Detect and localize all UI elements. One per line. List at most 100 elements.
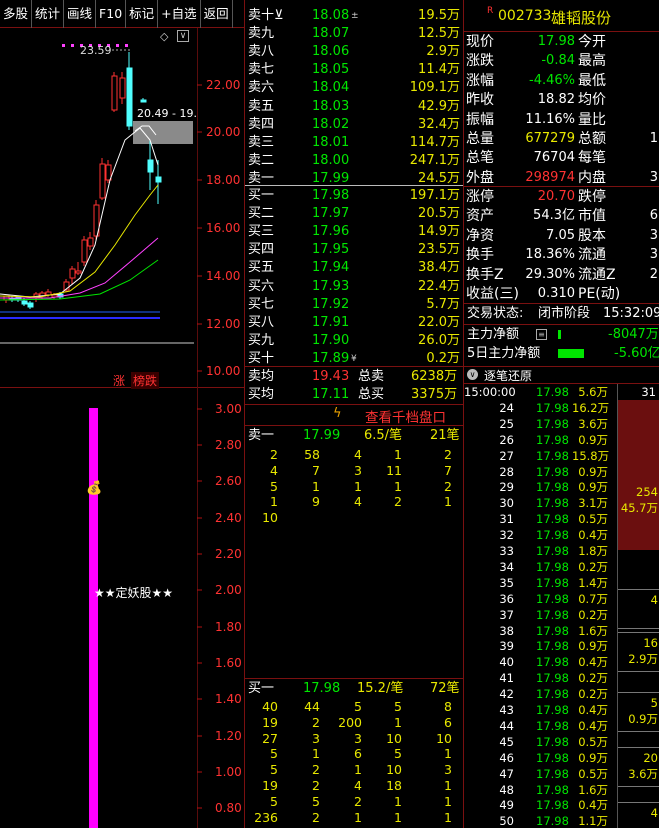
trade-volume: 1.6万 bbox=[578, 782, 608, 797]
bids-price[interactable]: 17.92 bbox=[312, 296, 349, 314]
avg-ask-price: 19.43 bbox=[312, 369, 350, 384]
bids-price[interactable]: 17.90 bbox=[312, 332, 349, 350]
toolbar-btn-0[interactable]: 多股 bbox=[0, 0, 33, 28]
quote-value: -0.84 bbox=[541, 53, 575, 69]
asks-label: 卖八 bbox=[248, 44, 275, 60]
rise-tab[interactable]: 涨 bbox=[113, 372, 125, 389]
asks-price[interactable]: 18.08 bbox=[312, 7, 349, 25]
candle-body bbox=[119, 77, 126, 99]
stock-name: 雄韬股份 bbox=[551, 9, 612, 27]
asks-label: 卖三 bbox=[248, 134, 275, 150]
trade-extra bbox=[616, 464, 656, 480]
queue_sell-cell: 9 bbox=[312, 494, 320, 510]
asks-volume: 19.5万 bbox=[418, 8, 460, 23]
thousand-level-link[interactable]: 查看千档盘口 bbox=[365, 406, 446, 426]
trade-extra bbox=[616, 527, 656, 543]
asks-price[interactable]: 18.07 bbox=[312, 25, 349, 43]
bids-price[interactable]: 17.97 bbox=[312, 205, 349, 223]
candle-body bbox=[69, 268, 76, 279]
trade-time: 35 bbox=[499, 575, 514, 590]
quote-value: 298974 bbox=[525, 169, 575, 185]
queue_sell-cell: 4 bbox=[270, 462, 278, 478]
signal-dot bbox=[125, 44, 128, 47]
asks-volume: 11.4万 bbox=[418, 62, 460, 78]
dropdown-icon[interactable]: ∨ bbox=[177, 30, 189, 42]
asks-price[interactable]: 18.02 bbox=[312, 116, 349, 134]
queue_sell-cell: 3 bbox=[354, 462, 362, 478]
asks-price[interactable]: 18.03 bbox=[312, 98, 349, 116]
toolbar-btn-1[interactable]: 统计 bbox=[32, 0, 65, 28]
trade-extra bbox=[616, 543, 656, 559]
indicator-chart[interactable]: 3.002.802.602.402.202.001.801.601.401.20… bbox=[0, 388, 244, 828]
candle-body bbox=[21, 300, 28, 305]
queue-sell-count: 21笔 bbox=[430, 428, 460, 443]
trade-price: 17.98 bbox=[536, 734, 569, 749]
bids-volume: 23.5万 bbox=[418, 242, 460, 258]
toolbar-btn-5[interactable]: +自选 bbox=[158, 0, 201, 28]
trade-price: 17.98 bbox=[536, 703, 569, 717]
quote-label: 涨幅 bbox=[466, 72, 494, 89]
bids-volume: 5.7万 bbox=[426, 296, 460, 312]
bids-price[interactable]: 17.94 bbox=[312, 259, 349, 277]
trade-price: 17.98 bbox=[536, 448, 569, 463]
avg-bid-label: 买均 bbox=[248, 387, 275, 402]
trade-price: 17.98 bbox=[536, 687, 569, 702]
toolbar-btn-2[interactable]: 画线 bbox=[64, 0, 97, 28]
annotation-label: ★★定妖股★★ bbox=[94, 586, 174, 600]
candle-body bbox=[99, 163, 106, 199]
trade-price: 17.98 bbox=[536, 432, 569, 447]
asks-label: 卖五 bbox=[248, 98, 275, 114]
queue_sell-cell bbox=[412, 510, 452, 526]
diamond-icon[interactable]: ◇ bbox=[160, 30, 168, 43]
bids-label: 买三 bbox=[248, 224, 275, 240]
top-ytick: 20.00 bbox=[206, 125, 240, 139]
asks-price[interactable]: 18.06 bbox=[312, 43, 349, 61]
asks-label: 卖九 bbox=[248, 26, 275, 42]
asks-price[interactable]: 18.04 bbox=[312, 79, 349, 97]
rank-tab[interactable]: 榜跌 bbox=[131, 372, 160, 389]
quote2-label2: PE(动) bbox=[578, 286, 621, 302]
queue_sell-cell: 1 bbox=[394, 447, 402, 462]
bids-price[interactable]: 17.98 bbox=[312, 187, 349, 205]
trade-volume: 0.2万 bbox=[578, 687, 608, 702]
candle-body bbox=[87, 237, 94, 247]
toolbar-btn-4[interactable]: 标记 bbox=[126, 0, 159, 28]
bids-price[interactable]: 17.96 bbox=[312, 223, 349, 241]
trade-price: 17.98 bbox=[536, 385, 569, 399]
trade-time: 43 bbox=[499, 703, 514, 717]
trades-title[interactable]: 逐笔还原 bbox=[484, 367, 532, 384]
quote-label: 总量 bbox=[466, 131, 494, 147]
queue_sell-cell bbox=[322, 510, 362, 526]
toolbar-btn-3[interactable]: F10 bbox=[96, 0, 127, 28]
bids-price[interactable]: 17.93 bbox=[312, 278, 349, 296]
bids-price[interactable]: 17.95 bbox=[312, 241, 349, 259]
list-icon[interactable]: ≡ bbox=[536, 329, 547, 340]
high-label: 23.59 bbox=[80, 44, 112, 57]
collapse-icon[interactable]: ∨ bbox=[467, 369, 478, 380]
bids-price[interactable]: 17.91 bbox=[312, 314, 349, 332]
quote-label: 涨跌 bbox=[466, 53, 494, 70]
toolbar-btn-6[interactable]: 返回 bbox=[201, 0, 233, 28]
queue_sell-cell: 2 bbox=[394, 494, 402, 510]
quote-label2: 内盘 bbox=[578, 169, 606, 186]
trade-time: 45 bbox=[499, 734, 514, 749]
candle-body bbox=[140, 99, 147, 103]
asks-price[interactable]: 18.01 bbox=[312, 134, 349, 152]
kline-chart[interactable]: 22.00 20.00 18.00 16.00 14.00 12.00 10.00 bbox=[0, 28, 244, 387]
bids-label: 买七 bbox=[248, 296, 275, 312]
queue_buy-cell: 10 bbox=[386, 730, 402, 746]
asks-label: 卖十⊻ bbox=[248, 8, 284, 23]
queue_sell-cell: 1 bbox=[270, 494, 278, 510]
queue_buy-cell: 3 bbox=[444, 762, 452, 778]
candle-body bbox=[27, 302, 34, 308]
queue_buy-cell: 3 bbox=[354, 730, 362, 746]
asks-price[interactable]: 18.00 bbox=[312, 152, 349, 170]
trade-price: 17.98 bbox=[536, 671, 569, 686]
trade-price: 17.98 bbox=[536, 464, 569, 479]
asks-volume: 247.1万 bbox=[409, 152, 460, 168]
queue_buy-cell: 3 bbox=[312, 730, 320, 746]
asks-price[interactable]: 18.05 bbox=[312, 61, 349, 79]
queue_buy-cell: 1 bbox=[354, 762, 362, 778]
trade-volume: 0.4万 bbox=[578, 798, 608, 813]
trade-volume: 0.5万 bbox=[578, 766, 608, 781]
